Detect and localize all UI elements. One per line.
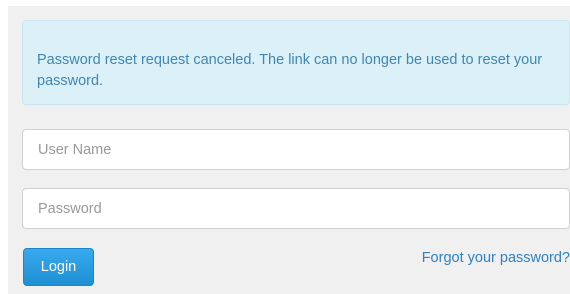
login-button[interactable]: Login <box>23 248 94 286</box>
password-input[interactable] <box>22 188 570 229</box>
forgot-password-link[interactable]: Forgot your password? <box>422 248 570 268</box>
alert-message: Password reset request canceled. The lin… <box>37 52 543 89</box>
username-input[interactable] <box>22 129 570 170</box>
login-panel: Password reset request canceled. The lin… <box>8 6 570 294</box>
info-alert: Password reset request canceled. The lin… <box>22 20 570 105</box>
